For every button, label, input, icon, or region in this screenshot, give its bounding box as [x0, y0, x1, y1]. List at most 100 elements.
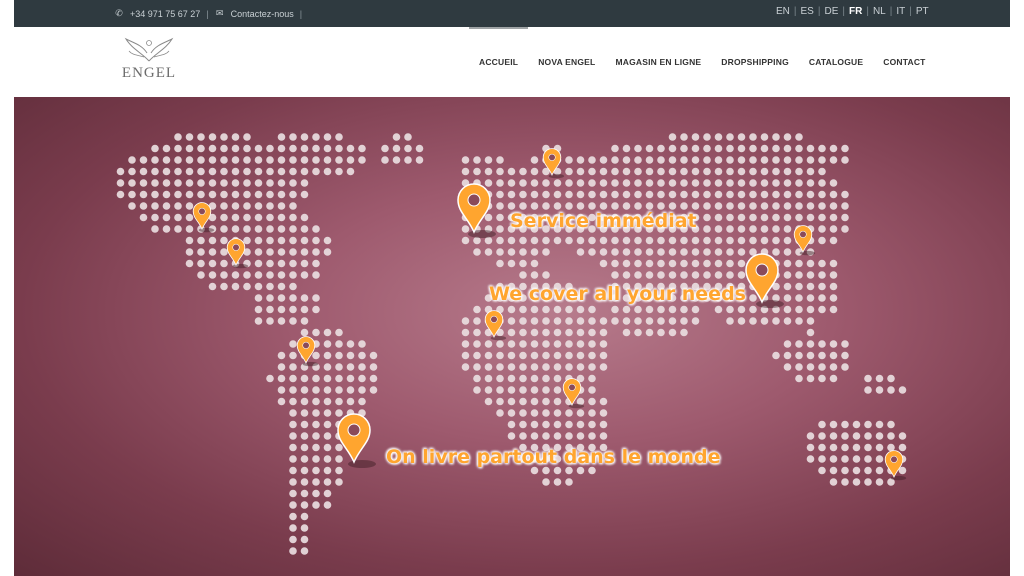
- map-dot: [795, 374, 803, 383]
- map-dot: [818, 167, 826, 176]
- map-dot: [323, 489, 332, 498]
- map-dot: [576, 351, 585, 360]
- map-dot: [346, 340, 355, 348]
- map-dot: [668, 259, 677, 268]
- nav-accueil[interactable]: ACCUEIL: [469, 27, 529, 97]
- map-dot: [507, 340, 516, 348]
- map-dot: [208, 179, 217, 187]
- map-dot: [116, 190, 125, 199]
- map-dot: [553, 236, 562, 245]
- map-dot: [346, 156, 355, 164]
- map-dot: [231, 133, 240, 141]
- map-dot: [335, 351, 343, 360]
- language-es[interactable]: ES: [801, 6, 814, 17]
- map-dot: [806, 156, 815, 164]
- map-dot: [312, 478, 320, 486]
- language-de[interactable]: DE: [824, 6, 838, 17]
- map-dot: [749, 133, 757, 141]
- language-pt[interactable]: PT: [916, 6, 929, 17]
- map-dot: [634, 179, 642, 187]
- language-it[interactable]: IT: [896, 6, 905, 17]
- map-dot: [243, 156, 251, 164]
- map-dot: [277, 351, 286, 360]
- map-dot: [323, 363, 332, 371]
- language-nl[interactable]: NL: [873, 6, 886, 17]
- map-dot: [588, 397, 596, 406]
- map-dot: [553, 179, 562, 187]
- map-dot: [185, 144, 194, 153]
- map-dot: [749, 156, 757, 164]
- map-dot: [829, 213, 838, 222]
- nav-contact[interactable]: CONTACT: [873, 27, 935, 97]
- hero-banner: Service immédiat We cover all your needs…: [14, 97, 1010, 576]
- map-dot: [231, 282, 240, 291]
- map-dot: [151, 225, 159, 233]
- map-dot: [657, 328, 665, 337]
- map-dot: [703, 259, 711, 268]
- map-dot: [703, 271, 711, 279]
- map-dot: [496, 340, 504, 348]
- map-dot: [599, 328, 608, 337]
- map-dot: [220, 225, 228, 233]
- map-dot: [473, 156, 481, 164]
- map-dot: [783, 213, 792, 222]
- map-dot: [289, 340, 297, 348]
- map-dot: [323, 236, 332, 245]
- map-dot: [496, 156, 504, 164]
- map-dot: [266, 305, 274, 314]
- map-dot: [818, 432, 826, 440]
- map-dot: [622, 305, 631, 314]
- map-dot: [691, 167, 700, 176]
- map-dot: [507, 363, 516, 371]
- map-dot: [634, 259, 642, 268]
- map-dot: [496, 236, 504, 245]
- map-dot: [864, 455, 872, 463]
- map-dot: [312, 225, 320, 233]
- map-dot: [254, 317, 263, 325]
- map-dot: [507, 386, 516, 394]
- map-dot: [703, 167, 711, 176]
- map-dot: [806, 455, 815, 463]
- map-dot: [358, 363, 366, 371]
- map-dot: [369, 374, 378, 383]
- map-dot: [576, 179, 585, 187]
- language-fr[interactable]: FR: [849, 6, 862, 17]
- map-dot: [289, 282, 297, 291]
- map-dot: [312, 397, 320, 406]
- map-dot: [484, 213, 493, 222]
- nav-catalogue[interactable]: CATALOGUE: [799, 27, 873, 97]
- map-dot: [622, 167, 631, 176]
- phone-number[interactable]: +34 971 75 67 27: [130, 9, 200, 19]
- map-dot: [668, 167, 677, 176]
- nav-nova-engel[interactable]: NOVA ENGEL: [528, 27, 605, 97]
- map-dot: [277, 167, 286, 176]
- map-dot: [841, 190, 849, 199]
- map-dot: [484, 397, 493, 406]
- map-dot: [760, 167, 769, 176]
- map-dot: [875, 466, 884, 475]
- map-dot: [335, 374, 343, 383]
- map-dot: [668, 202, 677, 210]
- map-dot: [783, 340, 792, 348]
- map-dot: [553, 305, 562, 314]
- map-dot: [691, 190, 700, 199]
- map-dot: [795, 294, 803, 302]
- map-dot: [243, 213, 251, 222]
- map-dot: [749, 179, 757, 187]
- nav-magasin-en-ligne[interactable]: MAGASIN EN LIGNE: [605, 27, 711, 97]
- language-en[interactable]: EN: [776, 6, 790, 17]
- nav-dropshipping[interactable]: DROPSHIPPING: [711, 27, 799, 97]
- map-dot: [197, 259, 205, 268]
- map-dot: [231, 202, 240, 210]
- map-dot: [645, 328, 654, 337]
- map-dot: [254, 305, 263, 314]
- map-dot: [576, 317, 585, 325]
- contact-link[interactable]: Contactez-nous: [231, 9, 294, 19]
- map-dot: [289, 248, 297, 256]
- map-dot: [530, 351, 539, 360]
- engel-logo[interactable]: ENGEL: [114, 33, 184, 93]
- map-dot: [576, 305, 585, 314]
- map-dot: [507, 409, 516, 417]
- map-dot: [691, 305, 700, 314]
- map-dot: [461, 156, 470, 164]
